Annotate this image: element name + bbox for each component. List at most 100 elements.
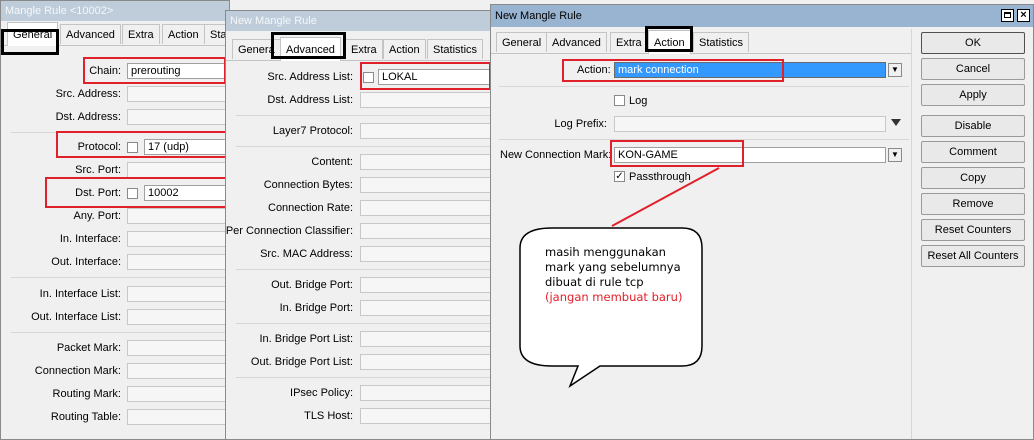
window-2-titlebar: New Mangle Rule — [226, 11, 492, 31]
remove-button[interactable]: Remove — [921, 193, 1025, 215]
action-highlight — [562, 59, 784, 82]
reset-counters-button[interactable]: Reset Counters — [921, 219, 1025, 241]
src-address-field[interactable] — [127, 86, 229, 102]
tls-host-field[interactable] — [360, 408, 492, 424]
in-interface-list-field[interactable] — [127, 286, 229, 302]
layer7-label: Layer7 Protocol: — [272, 125, 353, 137]
ipsec-policy-field[interactable] — [360, 385, 492, 401]
connection-mark-field[interactable] — [127, 363, 229, 379]
content-field[interactable] — [360, 154, 492, 170]
apply-button[interactable]: Apply — [921, 84, 1025, 106]
callout-text: masih menggunakan mark yang sebelumnya d… — [545, 245, 690, 305]
tab-advanced[interactable]: Advanced — [60, 24, 121, 44]
packet-mark-field[interactable] — [127, 340, 229, 356]
tab-statistics[interactable]: Statistics — [693, 32, 750, 52]
dst-address-label: Dst. Address: — [55, 111, 121, 123]
cancel-button[interactable]: Cancel — [921, 58, 1025, 80]
in-bridge-port-label: In. Bridge Port: — [279, 302, 353, 314]
dst-address-list-field[interactable] — [360, 92, 492, 108]
dst-port-highlight — [45, 177, 228, 208]
routing-table-label: Routing Table: — [50, 411, 121, 423]
new-connection-mark-label: New Connection Mark: — [500, 149, 612, 161]
in-bridge-port-list-label: In. Bridge Port List: — [259, 333, 353, 345]
tab-general[interactable]: General — [496, 32, 548, 52]
connection-rate-label: Connection Rate: — [268, 202, 353, 214]
separator — [236, 146, 492, 147]
in-bridge-port-field[interactable] — [360, 300, 492, 316]
passthrough-check-icon: ✓ — [615, 171, 624, 182]
tab-action[interactable]: Action — [383, 39, 426, 59]
out-interface-label: Out. Interface: — [51, 256, 121, 268]
dst-address-field[interactable] — [127, 109, 229, 125]
per-connection-classifier-label: Per Connection Classifier: — [225, 225, 353, 237]
in-interface-label: In. Interface: — [59, 233, 121, 245]
callout-main-text: masih menggunakan mark yang sebelumnya d… — [545, 245, 681, 289]
src-address-label: Src. Address: — [55, 88, 121, 100]
window-3-title: New Mangle Rule — [495, 10, 582, 22]
window-2-tab-divider — [226, 60, 492, 61]
out-bridge-port-label: Out. Bridge Port: — [271, 279, 353, 291]
in-interface-field[interactable] — [127, 231, 229, 247]
out-bridge-port-list-label: Out. Bridge Port List: — [250, 356, 353, 368]
src-mac-address-label: Src. MAC Address: — [260, 248, 353, 260]
tab-extra[interactable]: Extra — [345, 39, 383, 59]
log-prefix-dropdown-icon[interactable] — [891, 119, 901, 126]
tab-extra[interactable]: Extra — [610, 32, 648, 52]
src-port-label: Src. Port: — [75, 164, 121, 176]
in-bridge-port-list-field[interactable] — [360, 331, 492, 347]
src-address-list-highlight — [360, 62, 491, 90]
layer7-field[interactable] — [360, 123, 492, 139]
content-label: Content: — [311, 156, 353, 168]
in-interface-list-label: In. Interface List: — [39, 288, 121, 300]
tab-action[interactable]: Action — [162, 24, 205, 44]
any-port-label: Any. Port: — [73, 210, 121, 222]
routing-table-field[interactable] — [127, 409, 229, 425]
ok-button[interactable]: OK — [921, 32, 1025, 54]
connection-mark-label: Connection Mark: — [34, 365, 121, 377]
copy-button[interactable]: Copy — [921, 167, 1025, 189]
close-button[interactable]: × — [1017, 9, 1030, 22]
separator — [236, 323, 492, 324]
out-interface-list-field[interactable] — [127, 309, 229, 325]
separator — [236, 269, 492, 270]
packet-mark-label: Packet Mark: — [56, 342, 121, 354]
tab-advanced[interactable]: Advanced — [546, 32, 607, 52]
separator — [11, 277, 229, 278]
per-connection-classifier-field[interactable] — [360, 223, 492, 239]
src-mac-address-field[interactable] — [360, 246, 492, 262]
new-connection-mark-dropdown-arrow-icon[interactable]: ▼ — [888, 148, 902, 162]
action-dropdown-arrow-icon[interactable]: ▼ — [888, 63, 902, 77]
src-port-field[interactable] — [127, 162, 229, 178]
log-checkbox[interactable] — [614, 95, 625, 106]
out-interface-list-label: Out. Interface List: — [31, 311, 121, 323]
maximize-button[interactable] — [1001, 9, 1014, 22]
tab-statistics[interactable]: Statistics — [427, 39, 484, 59]
passthrough-label: Passthrough — [629, 171, 691, 183]
log-prefix-field[interactable] — [614, 116, 886, 132]
connection-rate-field[interactable] — [360, 200, 492, 216]
callout-warning-text: (jangan membuat baru) — [545, 290, 683, 304]
out-bridge-port-field[interactable] — [360, 277, 492, 293]
separator — [499, 86, 909, 87]
log-label: Log — [629, 95, 648, 107]
comment-button[interactable]: Comment — [921, 141, 1025, 163]
window-1-titlebar: Mangle Rule <10002> — [1, 1, 229, 21]
disable-button[interactable]: Disable — [921, 115, 1025, 137]
src-address-list-label: Src. Address List: — [267, 71, 353, 83]
connection-bytes-label: Connection Bytes: — [263, 179, 353, 191]
chain-highlight — [83, 57, 226, 84]
close-icon: × — [1020, 9, 1027, 21]
reset-all-counters-button[interactable]: Reset All Counters — [921, 245, 1025, 267]
separator — [236, 377, 492, 378]
passthrough-checkbox[interactable]: ✓ — [614, 171, 625, 182]
any-port-field[interactable] — [127, 208, 229, 224]
tab-extra[interactable]: Extra — [122, 24, 160, 44]
tls-host-label: TLS Host: — [304, 410, 353, 422]
maximize-icon — [1004, 12, 1011, 18]
out-interface-field[interactable] — [127, 254, 229, 270]
tab-advanced-highlight — [271, 32, 346, 59]
connection-bytes-field[interactable] — [360, 177, 492, 193]
routing-mark-field[interactable] — [127, 386, 229, 402]
separator — [11, 332, 229, 333]
out-bridge-port-list-field[interactable] — [360, 354, 492, 370]
